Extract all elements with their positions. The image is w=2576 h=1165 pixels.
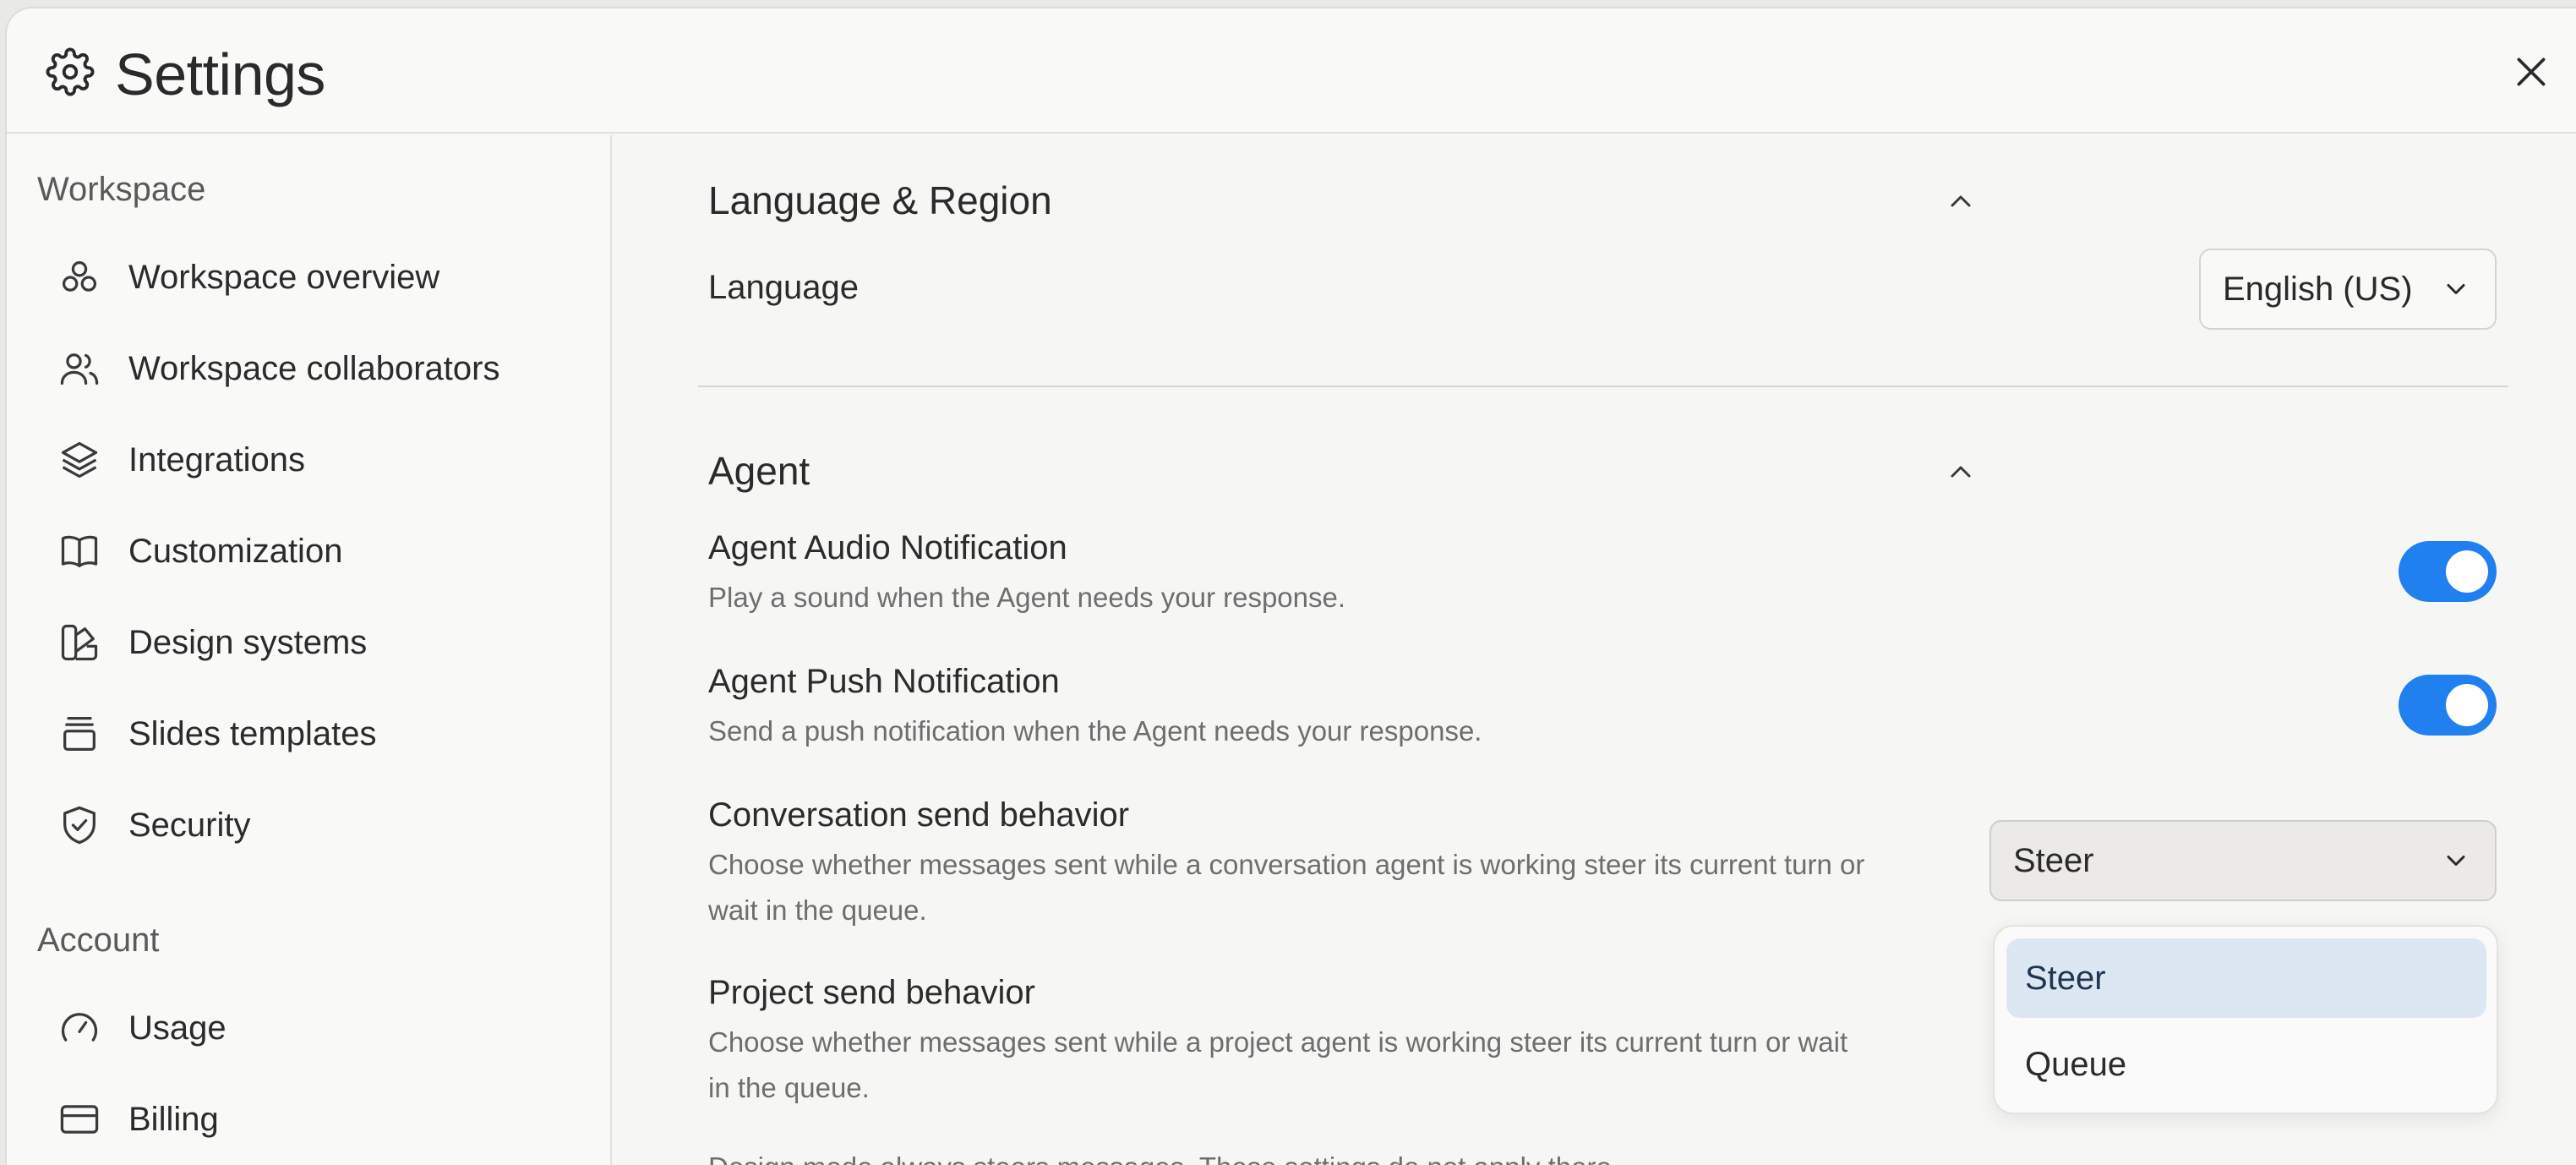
project-send-desc: in the queue. bbox=[708, 1072, 870, 1103]
circles-icon bbox=[62, 261, 97, 292]
conversation-send-label: Conversation send behavior bbox=[708, 796, 1130, 834]
sidebar-section-account: Account bbox=[37, 922, 160, 959]
book-icon bbox=[61, 535, 98, 567]
agent-audio-desc: Play a sound when the Agent needs your r… bbox=[708, 582, 1346, 613]
page-title: Settings bbox=[115, 41, 325, 107]
sidebar-item-label: Workspace collaborators bbox=[128, 349, 500, 387]
conversation-send-desc: wait in the queue. bbox=[708, 894, 927, 926]
sidebar-item-usage[interactable]: Usage bbox=[37, 993, 587, 1064]
language-label: Language bbox=[708, 269, 859, 306]
card-icon bbox=[60, 1105, 99, 1134]
sidebar-item-customization[interactable]: Customization bbox=[37, 516, 587, 587]
sidebar-item-security[interactable]: Security bbox=[37, 790, 587, 861]
chevron-up-icon[interactable] bbox=[1944, 455, 1978, 489]
shield-icon bbox=[63, 806, 96, 845]
sidebar-item-label: Design systems bbox=[128, 623, 368, 661]
dropdown-option-queue[interactable]: Queue bbox=[2006, 1025, 2486, 1104]
conversation-send-dropdown: Steer Queue bbox=[1993, 925, 2498, 1114]
toggle-knob bbox=[2446, 684, 2488, 726]
sidebar-item-label: Billing bbox=[128, 1100, 219, 1138]
agent-push-label: Agent Push Notification bbox=[708, 663, 1060, 700]
sidebar-item-label: Customization bbox=[128, 532, 343, 570]
stack-icon bbox=[63, 716, 96, 752]
sidebar-item-slides-templates[interactable]: Slides templates bbox=[37, 698, 587, 769]
sidebar-item-label: Slides templates bbox=[128, 714, 377, 752]
conversation-send-desc: Choose whether messages sent while a con… bbox=[708, 849, 1865, 880]
sidebar-item-workspace-overview[interactable]: Workspace overview bbox=[37, 242, 587, 313]
agent-push-desc: Send a push notification when the Agent … bbox=[708, 715, 1482, 747]
agent-push-toggle[interactable] bbox=[2399, 675, 2497, 736]
gear-icon bbox=[46, 47, 95, 96]
dropdown-option-steer[interactable]: Steer bbox=[2006, 938, 2486, 1018]
language-select-value: English (US) bbox=[2223, 270, 2413, 308]
project-send-label: Project send behavior bbox=[708, 974, 1035, 1011]
chevron-down-icon bbox=[2447, 856, 2465, 866]
project-send-desc: Choose whether messages sent while a pro… bbox=[708, 1026, 1848, 1058]
agent-audio-toggle[interactable] bbox=[2399, 541, 2497, 602]
section-title-language-region: Language & Region bbox=[708, 178, 1052, 222]
conversation-send-value: Steer bbox=[2013, 841, 2094, 879]
users-icon bbox=[60, 353, 99, 385]
settings-header: Settings bbox=[7, 8, 2576, 134]
conversation-send-select[interactable]: Steer bbox=[1989, 820, 2497, 901]
sidebar-item-label: Security bbox=[128, 806, 251, 844]
sidebar-item-design-systems[interactable]: Design systems bbox=[37, 607, 587, 678]
settings-window: Settings Workspace Workspace overview Wo… bbox=[5, 7, 2576, 1165]
gauge-icon bbox=[61, 1013, 98, 1042]
chevron-down-icon bbox=[2447, 284, 2465, 294]
sidebar-item-label: Integrations bbox=[128, 440, 306, 479]
sidebar: Workspace Workspace overview Workspace c… bbox=[7, 135, 612, 1165]
sidebar-item-label: Workspace overview bbox=[128, 258, 440, 296]
section-divider bbox=[698, 386, 2508, 387]
sidebar-section-workspace: Workspace bbox=[37, 171, 206, 208]
section-title-agent: Agent bbox=[708, 449, 810, 493]
chevron-up-icon[interactable] bbox=[1944, 184, 1978, 218]
swatch-icon bbox=[61, 624, 98, 661]
close-icon[interactable] bbox=[2510, 51, 2552, 93]
settings-content: Language & Region Language English (US) … bbox=[614, 135, 2576, 1165]
language-select[interactable]: English (US) bbox=[2199, 249, 2497, 330]
layers-icon bbox=[61, 441, 98, 479]
toggle-knob bbox=[2446, 550, 2488, 593]
sidebar-item-workspace-collaborators[interactable]: Workspace collaborators bbox=[37, 333, 587, 404]
sidebar-item-integrations[interactable]: Integrations bbox=[37, 424, 587, 495]
sidebar-item-label: Usage bbox=[128, 1009, 226, 1047]
agent-audio-label: Agent Audio Notification bbox=[708, 529, 1067, 566]
design-mode-footnote: Design mode always steers messages. Thes… bbox=[708, 1145, 1619, 1165]
sidebar-item-billing[interactable]: Billing bbox=[37, 1084, 587, 1155]
